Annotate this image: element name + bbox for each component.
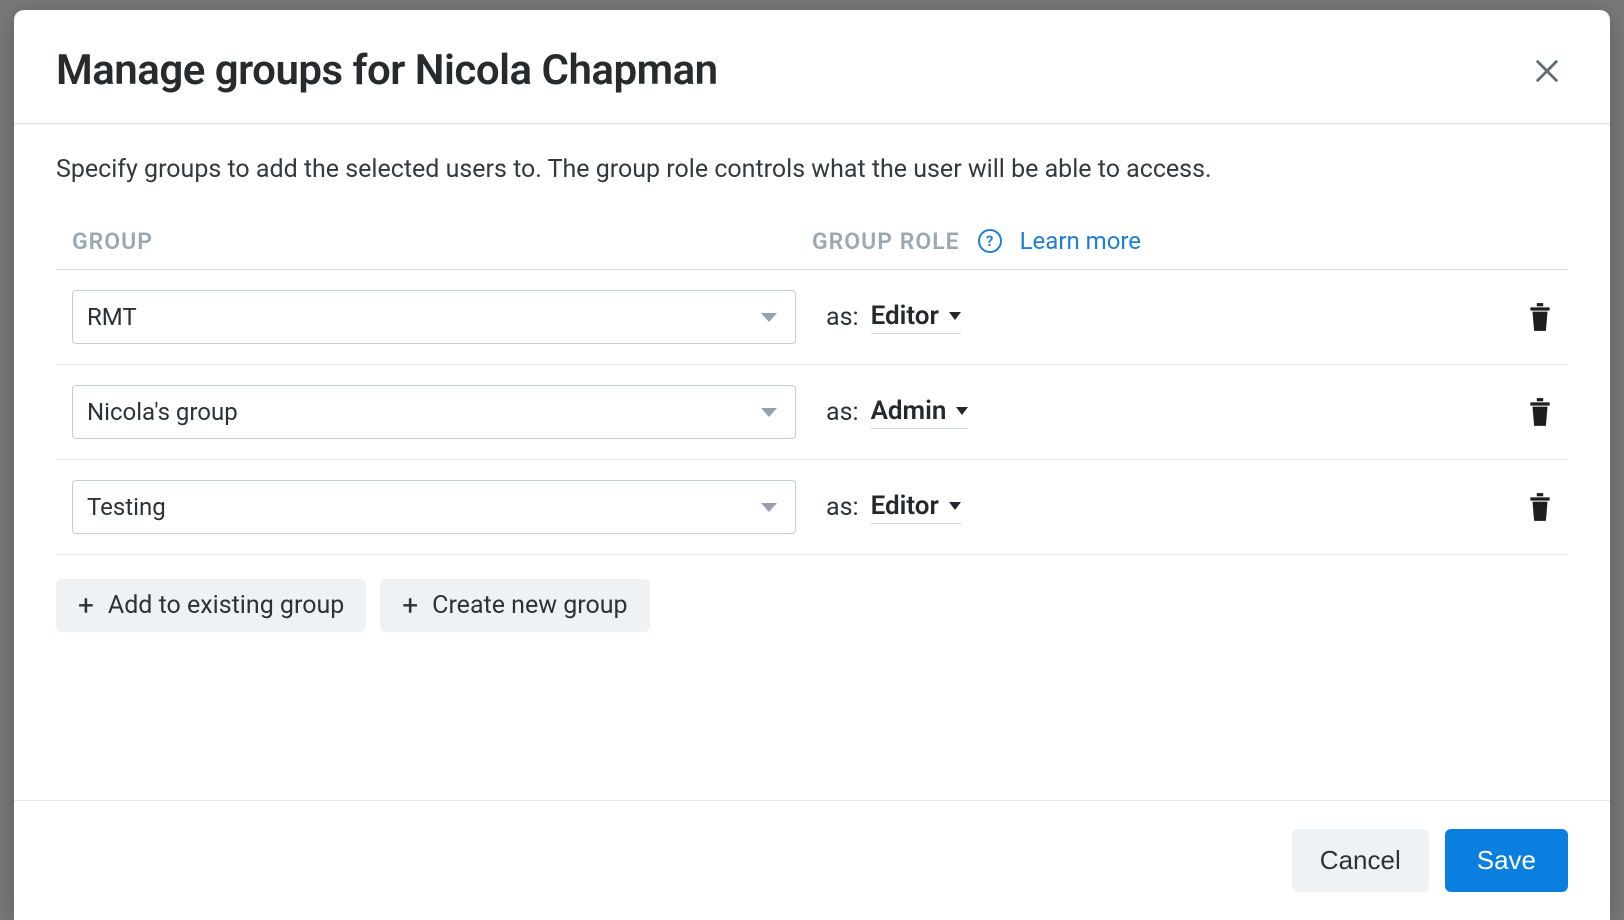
role-dropdown-value: Editor bbox=[871, 491, 939, 521]
modal-footer: Cancel Save bbox=[14, 800, 1610, 920]
modal-body: Specify groups to add the selected users… bbox=[14, 124, 1610, 800]
role-as-label: as: bbox=[826, 398, 859, 427]
close-icon bbox=[1533, 57, 1561, 85]
group-row: Nicola's group as: Admin bbox=[56, 365, 1568, 460]
group-select-value: RMT bbox=[87, 303, 137, 331]
group-select-value: Nicola's group bbox=[87, 398, 238, 426]
add-existing-group-button[interactable]: + Add to existing group bbox=[56, 579, 366, 632]
group-select[interactable]: RMT bbox=[72, 290, 796, 344]
role-cell: as: Editor bbox=[796, 301, 1512, 334]
caret-down-icon bbox=[949, 312, 961, 320]
modal-header: Manage groups for Nicola Chapman bbox=[14, 10, 1610, 124]
plus-icon: + bbox=[402, 592, 418, 620]
delete-row-button[interactable] bbox=[1512, 302, 1568, 332]
role-dropdown[interactable]: Admin bbox=[871, 396, 969, 429]
group-select[interactable]: Nicola's group bbox=[72, 385, 796, 439]
close-button[interactable] bbox=[1526, 50, 1568, 92]
delete-row-button[interactable] bbox=[1512, 397, 1568, 427]
group-row: RMT as: Editor bbox=[56, 270, 1568, 365]
chevron-down-icon bbox=[761, 313, 777, 322]
create-new-label: Create new group bbox=[432, 591, 627, 620]
trash-icon bbox=[1527, 302, 1553, 332]
col-header-role: GROUP ROLE bbox=[812, 228, 960, 255]
role-cell: as: Editor bbox=[796, 491, 1512, 524]
learn-more-link[interactable]: Learn more bbox=[1020, 227, 1141, 255]
plus-icon: + bbox=[78, 592, 94, 620]
create-new-group-button[interactable]: + Create new group bbox=[380, 579, 649, 632]
delete-row-button[interactable] bbox=[1512, 492, 1568, 522]
role-dropdown-value: Editor bbox=[871, 301, 939, 331]
modal-description: Specify groups to add the selected users… bbox=[56, 152, 1568, 187]
role-dropdown[interactable]: Editor bbox=[871, 301, 961, 334]
role-dropdown-value: Admin bbox=[871, 396, 947, 426]
group-row: Testing as: Editor bbox=[56, 460, 1568, 555]
role-as-label: as: bbox=[826, 303, 859, 332]
trash-icon bbox=[1527, 397, 1553, 427]
group-select[interactable]: Testing bbox=[72, 480, 796, 534]
trash-icon bbox=[1527, 492, 1553, 522]
save-button[interactable]: Save bbox=[1445, 829, 1568, 892]
chevron-down-icon bbox=[761, 408, 777, 417]
role-cell: as: Admin bbox=[796, 396, 1512, 429]
add-existing-label: Add to existing group bbox=[108, 591, 344, 620]
row-actions: + Add to existing group + Create new gro… bbox=[56, 579, 1568, 632]
caret-down-icon bbox=[956, 407, 968, 415]
cancel-button[interactable]: Cancel bbox=[1292, 829, 1429, 892]
role-dropdown[interactable]: Editor bbox=[871, 491, 961, 524]
modal-title: Manage groups for Nicola Chapman bbox=[56, 46, 718, 95]
help-icon[interactable]: ? bbox=[978, 229, 1002, 253]
chevron-down-icon bbox=[761, 503, 777, 512]
table-header-row: GROUP GROUP ROLE ? Learn more bbox=[56, 227, 1568, 270]
col-header-group: GROUP bbox=[72, 228, 153, 255]
group-select-value: Testing bbox=[87, 493, 166, 521]
manage-groups-modal: Manage groups for Nicola Chapman Specify… bbox=[14, 10, 1610, 920]
caret-down-icon bbox=[949, 502, 961, 510]
role-as-label: as: bbox=[826, 493, 859, 522]
